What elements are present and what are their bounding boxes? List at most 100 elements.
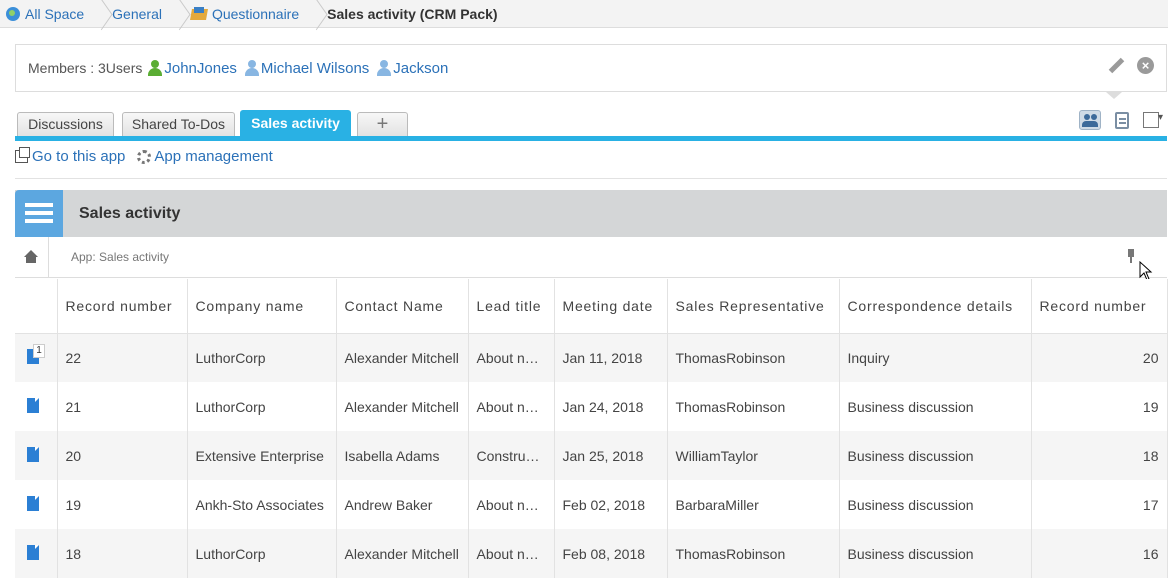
crumb-general-link[interactable]: General [112,6,162,22]
goto-app-label[interactable]: Go to this app [32,148,125,165]
user-icon [244,60,259,76]
crumb-separator [172,0,184,28]
crumb-all-space[interactable]: All Space [0,0,94,28]
column-header[interactable]: Sales Representative [667,279,840,334]
table-cell: 19 [1031,382,1168,431]
crumb-questionnaire-link[interactable]: Questionnaire [212,6,299,22]
record-detail-cell[interactable] [15,382,58,431]
members-tools: × [1107,57,1154,75]
record-detail-cell[interactable] [15,480,58,529]
header-icon-col [15,279,58,334]
table-cell: Inquiry [839,333,1032,382]
members-panel: Members : 3Users JohnJones Michael Wilso… [15,44,1167,92]
user-icon [148,60,163,76]
table-cell: ThomasRobinson [667,529,840,578]
table-cell: 21 [57,382,188,431]
crumb-separator [94,0,106,28]
space-breadcrumb: All Space General Questionnaire Sales ac… [0,0,1168,28]
table-row[interactable]: 18 LuthorCorp Alexander Mitchell About n… Fe… [15,529,1168,578]
edit-icon[interactable] [1107,57,1125,75]
people-view-icon[interactable] [1079,110,1101,130]
table-cell: Extensive Enterprise [187,431,337,480]
table-cell: 20 [57,431,188,480]
app-management-label[interactable]: App management [154,148,272,165]
record-detail-cell[interactable]: 1 [15,333,58,382]
column-header[interactable]: Lead title [468,279,555,334]
table-cell: Ankh-Sto Associates [187,480,337,529]
table-cell: About n… [468,480,555,529]
table-cell: Isabella Adams [336,431,469,480]
column-header[interactable]: Contact Name [336,279,469,334]
table-row[interactable]: 21 LuthorCorp Alexander Mitchell About n… Ja… [15,382,1168,431]
member-link[interactable]: JohnJones [148,60,237,77]
member-link[interactable]: Michael Wilsons [244,60,369,77]
divider [15,178,1167,179]
table-cell: Jan 25, 2018 [554,431,668,480]
table-cell: Alexander Mitchell [336,333,469,382]
table-cell: Business discussion [839,529,1032,578]
table-cell: LuthorCorp [187,333,337,382]
app-path[interactable]: App: Sales activity [71,250,169,264]
open-window-icon [15,147,30,163]
member-link[interactable]: Jackson [377,60,448,77]
panel-notch [1106,92,1122,99]
column-header[interactable]: Company name [187,279,337,334]
table-cell: 19 [57,480,188,529]
column-header[interactable]: Meeting date [554,279,668,334]
view-switcher [1079,110,1165,130]
record-detail-icon[interactable] [27,446,39,462]
crumb-all-space-link[interactable]: All Space [25,6,84,22]
table-cell: About n… [468,382,555,431]
app-management-link[interactable]: App management [137,148,273,165]
table-cell: Business discussion [839,382,1032,431]
record-detail-icon[interactable] [27,495,39,511]
table-cell: Jan 24, 2018 [554,382,668,431]
record-detail-icon[interactable] [27,397,39,413]
records-table: Record number Company name Contact Name … [15,279,1168,578]
tab-shared-todos[interactable]: Shared To-Dos [122,112,235,136]
column-header[interactable]: Record number [1031,279,1168,334]
record-detail-icon[interactable] [27,544,39,560]
close-icon[interactable]: × [1137,57,1154,74]
home-icon[interactable] [15,236,49,278]
column-header[interactable]: Record number [57,279,188,334]
table-cell: Alexander Mitchell [336,529,469,578]
member-name[interactable]: Jackson [393,60,448,77]
table-cell: Business discussion [839,480,1032,529]
crumb-questionnaire[interactable]: Questionnaire [184,0,309,28]
table-cell: ThomasRobinson [667,333,840,382]
table-cell: Business discussion [839,431,1032,480]
members-label: Members : 3Users [28,60,143,76]
table-row[interactable]: 1 22 LuthorCorp Alexander Mitchell About n… J… [15,333,1168,382]
record-detail-cell[interactable] [15,431,58,480]
document-view-icon[interactable] [1115,111,1129,129]
table-cell: Feb 08, 2018 [554,529,668,578]
pin-icon[interactable] [1127,249,1135,263]
member-name[interactable]: Michael Wilsons [261,60,369,77]
table-cell: 22 [57,333,188,382]
tab-discussions[interactable]: Discussions [17,112,114,136]
record-detail-cell[interactable] [15,529,58,578]
app-header: Sales activity [15,190,1167,237]
table-cell: ThomasRobinson [667,382,840,431]
table-cell: 20 [1031,333,1168,382]
user-icon [377,60,392,76]
table-row[interactable]: 20 Extensive Enterprise Isabella Adams Cons… [15,431,1168,480]
globe-icon [6,6,20,21]
space-tabs: Discussions Shared To-Dos Sales activity… [15,108,1167,141]
tab-add[interactable]: + [357,112,408,136]
table-cell: LuthorCorp [187,382,337,431]
mouse-cursor-icon [1139,261,1153,281]
column-header[interactable]: Correspondence details [839,279,1032,334]
member-name[interactable]: JohnJones [164,60,237,77]
goto-app-link[interactable]: Go to this app [15,147,125,165]
tab-sales-activity[interactable]: Sales activity [240,110,351,136]
table-cell: Feb 02, 2018 [554,480,668,529]
app-breadcrumb: App: Sales activity [15,236,1167,278]
table-cell: 16 [1031,529,1168,578]
table-row[interactable]: 19 Ankh-Sto Associates Andrew Baker About n… [15,480,1168,529]
table-cell: 18 [1031,431,1168,480]
gear-icon [137,149,152,164]
crumb-general[interactable]: General [106,0,172,28]
list-menu-icon[interactable] [1143,112,1165,128]
